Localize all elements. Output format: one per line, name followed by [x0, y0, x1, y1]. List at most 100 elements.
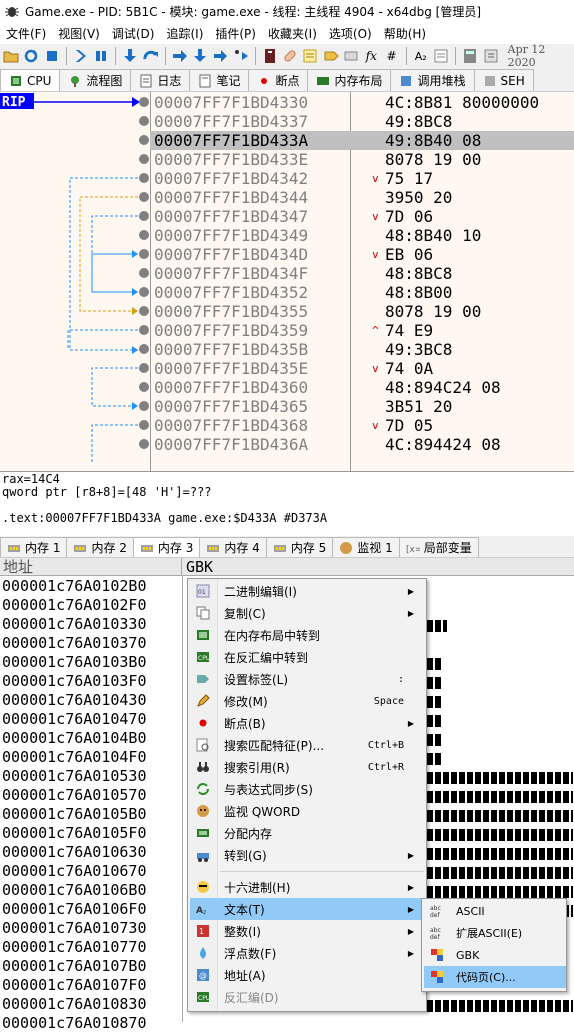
context-menu-item[interactable]: 搜索匹配特征(P)... Ctrl+B — [190, 734, 426, 756]
dump-row-address[interactable]: 000001c76A010570 — [0, 786, 147, 805]
disasm-row[interactable]: 00007FF7F1BD4368 v 7D 05 — [150, 416, 574, 435]
dump-tab[interactable]: 内存 1 — [0, 537, 68, 557]
dump-row-address[interactable]: 000001c76A0106B0 — [0, 881, 147, 900]
breakpoint-toggle[interactable] — [139, 363, 149, 373]
breakpoint-toggle[interactable] — [139, 268, 149, 278]
submenu-item[interactable]: abc def ASCII — [424, 900, 566, 922]
dump-tab[interactable]: 监视 1 — [332, 537, 400, 557]
dump-row-address[interactable]: 000001c76A0107F0 — [0, 976, 147, 995]
breakpoint-toggle[interactable] — [139, 306, 149, 316]
dump-tab[interactable]: 内存 3 — [132, 537, 201, 557]
disasm-row[interactable]: 00007FF7F1BD436A 4C:894424 08 — [150, 435, 574, 454]
breakpoint-toggle[interactable] — [139, 325, 149, 335]
breakpoint-toggle[interactable] — [139, 287, 149, 297]
breakpoint-toggle[interactable] — [139, 135, 149, 145]
calculator-icon[interactable] — [461, 47, 479, 66]
context-menu-item[interactable]: 01 二进制编辑(I) ▶ — [190, 580, 426, 602]
breakpoint-toggle[interactable] — [139, 401, 149, 411]
tab-call-stack[interactable]: 调用堆栈 — [390, 69, 475, 91]
stop-icon[interactable] — [43, 47, 61, 66]
context-menu-item[interactable]: 监视 QWORD — [190, 800, 426, 822]
dump-row-address[interactable]: 000001c76A010630 — [0, 843, 147, 862]
dump-row-address[interactable]: 000001c76A010430 — [0, 691, 147, 710]
dump-row-address[interactable]: 000001c76A010530 — [0, 767, 147, 786]
context-menu-item[interactable]: 设置标签(L): — [190, 668, 426, 690]
script-icon[interactable] — [261, 47, 279, 66]
dump-row-address[interactable]: 000001c76A0102F0 — [0, 596, 147, 615]
dump-row-address[interactable]: 000001c76A0102B0 — [0, 577, 147, 596]
patch-icon[interactable] — [281, 47, 299, 66]
dump-tab[interactable]: 内存 5 — [265, 537, 334, 557]
tab-log[interactable]: 日志 — [130, 69, 191, 91]
step-over-icon[interactable] — [142, 47, 160, 66]
disassembly-view[interactable]: RIP 00007FF7F1BD4330 4C:8B81 80000000 0000… — [0, 92, 574, 472]
disasm-row[interactable]: 00007FF7F1BD4347 v 7D 06 — [150, 207, 574, 226]
context-menu-item[interactable]: CPU 在反汇编中转到 — [190, 646, 426, 668]
disasm-row[interactable]: 00007FF7F1BD4330 4C:8B81 80000000 — [150, 93, 574, 112]
context-menu-item[interactable]: @ 地址(A) — [190, 964, 426, 986]
tab-memory-map[interactable]: 内存布局 — [307, 69, 392, 91]
disasm-row[interactable]: 00007FF7F1BD4365 3B51 20 — [150, 397, 574, 416]
context-menu-item[interactable]: 与表达式同步(S) — [190, 778, 426, 800]
dump-row-address[interactable]: 000001c76A010330 — [0, 615, 147, 634]
trace-into-icon[interactable] — [171, 47, 189, 66]
dump-row-address[interactable]: 000001c76A0104F0 — [0, 748, 147, 767]
menu-item[interactable]: 文件(F) — [0, 25, 52, 42]
context-menu-item[interactable]: 修改(M) Space — [190, 690, 426, 712]
open-icon[interactable] — [2, 47, 20, 66]
help-icon[interactable] — [481, 47, 499, 66]
disasm-row[interactable]: 00007FF7F1BD435B 49:3BC8 — [150, 340, 574, 359]
context-menu-item[interactable]: 分配内存 — [190, 822, 426, 844]
breakpoint-toggle[interactable] — [139, 173, 149, 183]
context-menu-item[interactable]: 在内存布局中转到 — [190, 624, 426, 646]
menu-item[interactable]: 选项(O) — [323, 25, 378, 42]
disasm-row[interactable]: 00007FF7F1BD4344 3950 20 — [150, 188, 574, 207]
disasm-row[interactable]: 00007FF7F1BD4352 48:8B00 — [150, 283, 574, 302]
disasm-row[interactable]: 00007FF7F1BD435E v 74 0A — [150, 359, 574, 378]
dump-tab[interactable]: [x=]局部变量 — [398, 537, 479, 557]
breakpoint-toggle[interactable] — [139, 116, 149, 126]
dump-row-address[interactable]: 000001c76A010670 — [0, 862, 147, 881]
pause-icon[interactable] — [92, 47, 110, 66]
submenu-item[interactable]: abc def 扩展ASCII(E) — [424, 922, 566, 944]
tab-cpu[interactable]: CPU — [0, 69, 61, 91]
hash-icon[interactable]: # — [382, 47, 400, 66]
dump-row-address[interactable]: 000001c76A010730 — [0, 919, 147, 938]
disasm-row[interactable]: 00007FF7F1BD4355 8078 19 00 — [150, 302, 574, 321]
tab-breakpoint[interactable]: 断点 — [248, 69, 309, 91]
dump-row-address[interactable]: 000001c76A010830 — [0, 995, 147, 1014]
breakpoint-toggle[interactable] — [139, 439, 149, 449]
dump-row-address[interactable]: 000001c76A0105B0 — [0, 805, 147, 824]
run-icon[interactable] — [72, 47, 90, 66]
dump-row-address[interactable]: 000001c76A0103B0 — [0, 653, 147, 672]
disasm-row[interactable]: 00007FF7F1BD4337 49:8BC8 — [150, 112, 574, 131]
tab-graph[interactable]: 流程图 — [59, 69, 132, 91]
address-column-header[interactable]: 地址 — [0, 557, 182, 576]
disasm-row[interactable]: 00007FF7F1BD433A 49:8B40 08 — [150, 131, 574, 150]
disasm-row[interactable]: 00007FF7F1BD4349 48:8B40 10 — [150, 226, 574, 245]
function-icon[interactable]: fx — [362, 47, 380, 66]
dump-row-address[interactable]: 000001c76A0106F0 — [0, 900, 147, 919]
context-menu-item[interactable]: 浮点数(F) ▶ — [190, 942, 426, 964]
restart-icon[interactable] — [22, 47, 40, 66]
menu-item[interactable]: 调试(D) — [106, 25, 161, 42]
context-menu-item[interactable]: 搜索引用(R) Ctrl+R — [190, 756, 426, 778]
context-menu-item[interactable]: Az 文本(T) ▶ — [190, 898, 426, 920]
breakpoint-toggle[interactable] — [139, 344, 149, 354]
disasm-row[interactable]: 00007FF7F1BD4360 48:894C24 08 — [150, 378, 574, 397]
dump-row-address[interactable]: 000001c76A0107B0 — [0, 957, 147, 976]
menu-item[interactable]: 视图(V) — [52, 25, 106, 42]
disasm-row[interactable]: 00007FF7F1BD433E 8078 19 00 — [150, 150, 574, 169]
context-menu-item[interactable]: 十六进制(H) ▶ — [190, 876, 426, 898]
dump-tab[interactable]: 内存 4 — [199, 537, 267, 557]
dump-row-address[interactable]: 000001c76A0103F0 — [0, 672, 147, 691]
context-menu-item[interactable]: 断点(B) ▶ — [190, 712, 426, 734]
bookmark-icon[interactable] — [342, 47, 360, 66]
breakpoint-toggle[interactable] — [139, 97, 149, 107]
dump-row-address[interactable]: 000001c76A010770 — [0, 938, 147, 957]
dump-row-address[interactable]: 000001c76A010370 — [0, 634, 147, 653]
breakpoint-toggle[interactable] — [139, 249, 149, 259]
context-menu-item[interactable]: CPU 反汇编(D) — [190, 986, 426, 1008]
context-menu-item[interactable]: 转到(G) ▶ — [190, 844, 426, 866]
dump-row-address[interactable]: 000001c76A010870 — [0, 1014, 147, 1033]
